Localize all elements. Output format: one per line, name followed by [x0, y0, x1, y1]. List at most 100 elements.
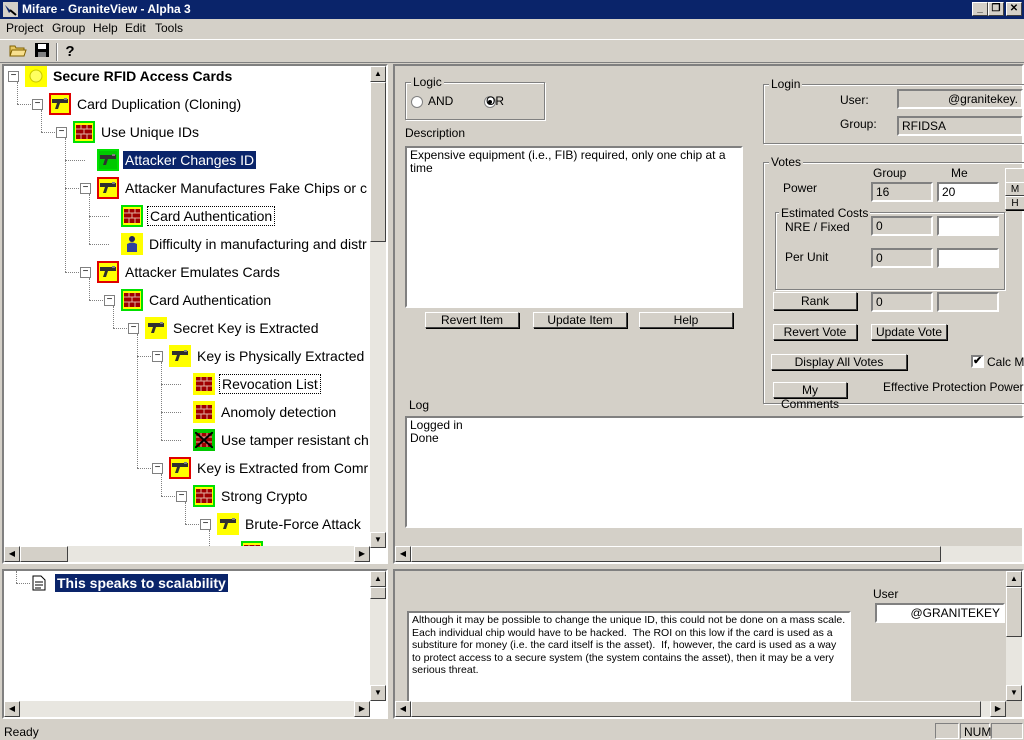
and-radio[interactable]	[411, 95, 423, 108]
comment-textarea[interactable]: Although it may be possible to change th…	[407, 611, 851, 703]
tree-expander-icon[interactable]: −	[8, 70, 19, 82]
tree-node[interactable]: − Card Duplication (Cloning)	[32, 90, 243, 118]
update-vote-button[interactable]: Update Vote	[871, 324, 947, 340]
update-item-button[interactable]: Update Item	[533, 312, 627, 328]
scroll-down-arrow-icon[interactable]: ▼	[370, 532, 386, 548]
close-button[interactable]: ✕	[1006, 2, 1022, 16]
tree-node[interactable]: Difficulty in manufacturing and distr	[104, 230, 369, 258]
votes-side-button[interactable]	[1005, 168, 1024, 183]
tree-expander-icon[interactable]: −	[152, 462, 163, 474]
tree-node[interactable]: − Card Authentication	[104, 286, 273, 314]
vertical-splitter[interactable]	[389, 64, 392, 718]
scroll-left-arrow-icon[interactable]: ◀	[395, 701, 411, 717]
scroll-up-arrow-icon[interactable]: ▲	[370, 66, 386, 82]
tree-node[interactable]: − Brute-Force Attack	[200, 510, 363, 538]
log-textarea[interactable]: Logged in Done	[405, 416, 1024, 528]
tree-node[interactable]: Revocation List	[176, 370, 321, 398]
description-label: Description	[405, 126, 466, 140]
tree-node[interactable]: −Use longer Key	[224, 538, 367, 546]
comments-horizontal-scrollbar[interactable]: ◀ ▶	[4, 701, 370, 717]
nre-group-value: 0	[876, 219, 883, 233]
votes-m-button[interactable]: M	[1005, 182, 1024, 196]
tree-expander-icon[interactable]: −	[32, 98, 43, 110]
comment-horizontal-scrollbar[interactable]: ◀ ▶	[395, 701, 1006, 717]
tree-horizontal-scrollbar[interactable]: ◀ ▶	[4, 546, 370, 562]
menu-project[interactable]: Project	[6, 21, 43, 35]
tree-vertical-scrollbar[interactable]: ▲ ▼	[370, 66, 386, 548]
details-horizontal-scrollbar[interactable]: ◀	[395, 546, 1022, 562]
revert-vote-button[interactable]: Revert Vote	[773, 324, 857, 340]
help-button[interactable]: Help	[639, 312, 733, 328]
tree-node[interactable]: − Secure RFID Access Cards	[8, 66, 234, 90]
comment-pane: Although it may be possible to change th…	[393, 569, 1024, 719]
votes-h-button[interactable]: H	[1005, 196, 1024, 210]
tree-node[interactable]: Card Authentication	[104, 202, 276, 230]
tree-expander-icon[interactable]: −	[152, 350, 163, 362]
user-label: User:	[840, 93, 869, 107]
scroll-thumb[interactable]	[370, 82, 386, 242]
menu-tools[interactable]: Tools	[155, 21, 183, 35]
power-me-input[interactable]: 20	[937, 182, 999, 202]
tree-node[interactable]: Use tamper resistant ch	[176, 426, 371, 454]
tree-expander-icon[interactable]: −	[176, 490, 187, 502]
tree-pane[interactable]: − Secure RFID Access Cards − Card Duplicati…	[2, 64, 388, 564]
revert-item-button[interactable]: Revert Item	[425, 312, 519, 328]
tree-node[interactable]: − Attacker Emulates Cards	[80, 258, 282, 286]
tree-node[interactable]: − Secret Key is Extracted	[128, 314, 321, 342]
nre-me-input[interactable]	[937, 216, 999, 236]
open-folder-icon[interactable]	[7, 42, 29, 62]
tree-node[interactable]: Attacker Changes ID	[80, 146, 257, 174]
scroll-right-arrow-icon[interactable]: ▶	[990, 701, 1006, 717]
my-comments-button[interactable]: My Comments	[773, 382, 847, 411]
comments-vertical-scrollbar[interactable]: ▲ ▼	[370, 571, 386, 701]
tree-expander-icon[interactable]: −	[80, 182, 91, 194]
tree-node[interactable]: − Attacker Manufactures Fake Chips or c	[80, 174, 369, 202]
display-all-votes-button[interactable]: Display All Votes	[771, 354, 907, 370]
help-icon[interactable]: ?	[59, 42, 81, 62]
scroll-down-arrow-icon[interactable]: ▼	[1006, 685, 1022, 701]
scroll-left-arrow-icon[interactable]: ◀	[4, 546, 20, 562]
comment-vertical-scrollbar[interactable]: ▲ ▼	[1006, 571, 1022, 701]
tree-expander-icon[interactable]: −	[200, 518, 211, 530]
scroll-up-arrow-icon[interactable]: ▲	[1006, 571, 1022, 587]
scroll-thumb[interactable]	[370, 587, 386, 599]
window-title: Mifare - GraniteView - Alpha 3	[22, 2, 191, 16]
description-textarea[interactable]: Expensive equipment (i.e., FIB) required…	[405, 146, 743, 308]
tree-expander-icon[interactable]: −	[128, 322, 139, 334]
scroll-thumb[interactable]	[411, 701, 981, 717]
per-unit-me-input[interactable]	[937, 248, 999, 268]
tree-expander-icon[interactable]: −	[104, 294, 115, 306]
tree-expander-icon[interactable]: −	[56, 126, 67, 138]
scroll-left-arrow-icon[interactable]: ◀	[4, 701, 20, 717]
tree-node[interactable]: Anomoly detection	[176, 398, 338, 426]
tree-node[interactable]: − Use Unique IDs	[56, 118, 201, 146]
scroll-up-arrow-icon[interactable]: ▲	[370, 571, 386, 587]
menu-edit[interactable]: Edit	[125, 21, 146, 35]
comments-tree-pane[interactable]: This speaks to scalability ▲ ▼ ◀ ▶	[2, 569, 388, 719]
minimize-button[interactable]: _	[972, 2, 988, 16]
menu-help[interactable]: Help	[93, 21, 118, 35]
save-icon[interactable]	[31, 42, 53, 62]
tree-node-label: Revocation List	[219, 374, 321, 394]
tree-connector	[137, 334, 138, 468]
scroll-thumb[interactable]	[20, 546, 68, 562]
tree-node[interactable]: − Key is Physically Extracted	[152, 342, 366, 370]
tree-node[interactable]: − Strong Crypto	[176, 482, 309, 510]
scroll-left-arrow-icon[interactable]: ◀	[395, 546, 411, 562]
menu-group[interactable]: Group	[52, 21, 85, 35]
scroll-thumb[interactable]	[411, 546, 941, 562]
rank-button[interactable]: Rank	[773, 292, 857, 310]
maximize-button[interactable]: ❐	[988, 2, 1004, 16]
scroll-thumb[interactable]	[1006, 587, 1022, 637]
tree-node[interactable]: − Key is Extracted from Comr	[152, 454, 370, 482]
scroll-right-arrow-icon[interactable]: ▶	[354, 546, 370, 562]
per-unit-label: Per Unit	[785, 250, 829, 264]
tree-expander-icon[interactable]: −	[80, 266, 91, 278]
user-field: @granitekey.	[897, 89, 1023, 109]
comment-tree-item[interactable]: This speaks to scalability	[55, 574, 228, 592]
comment-user-field[interactable]: @GRANITEKEY	[875, 603, 1005, 623]
scroll-down-arrow-icon[interactable]: ▼	[370, 685, 386, 701]
scroll-right-arrow-icon[interactable]: ▶	[354, 701, 370, 717]
calc-me-checkbox[interactable]: ✔	[971, 355, 984, 368]
person-icon	[121, 233, 143, 255]
